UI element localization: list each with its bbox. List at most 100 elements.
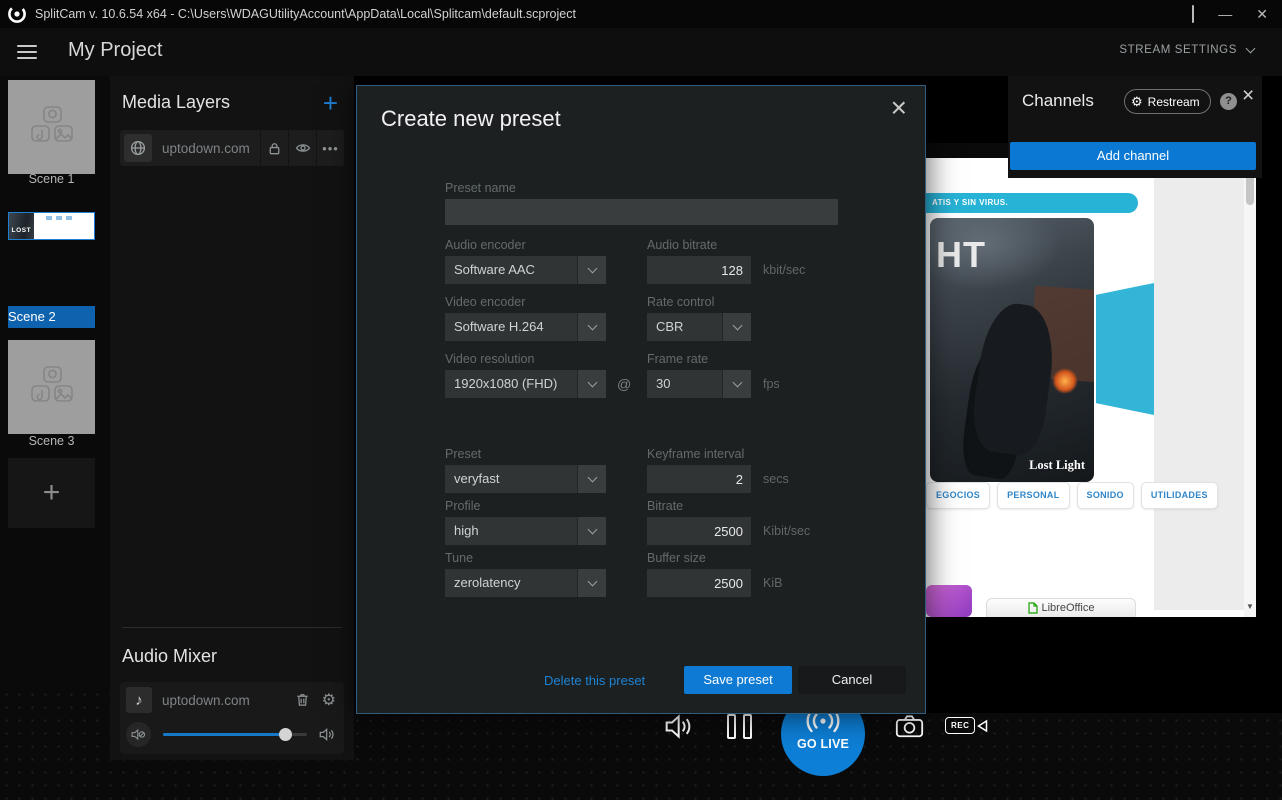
close-button[interactable]: ✕ xyxy=(1256,0,1268,28)
keyframe-interval-unit: secs xyxy=(763,465,789,493)
audio-mixer-item: ♪ uptodown.com ⚙ xyxy=(120,682,344,754)
stream-settings-button[interactable]: STREAM SETTINGS xyxy=(1119,44,1254,56)
profile-select[interactable]: high xyxy=(445,517,606,545)
keyframe-interval-input[interactable] xyxy=(647,465,751,493)
volume-handle[interactable] xyxy=(279,728,292,741)
pin-icon[interactable] xyxy=(1192,0,1194,28)
preset-name-label: Preset name xyxy=(445,181,516,195)
menu-icon[interactable] xyxy=(17,45,37,63)
chevron-down-icon xyxy=(577,517,606,545)
category-pill[interactable]: PERSONAL xyxy=(997,482,1069,509)
audio-monitor-icon[interactable] xyxy=(664,713,696,740)
rate-control-label: Rate control xyxy=(647,295,714,309)
rate-control-select[interactable]: CBR xyxy=(647,313,751,341)
rec-label: REC xyxy=(945,717,975,734)
title-bar: SplitCam v. 10.6.54 x64 - C:\Users\WDAGU… xyxy=(0,0,1282,28)
media-placeholder-icon xyxy=(30,106,74,146)
layer-more-button[interactable]: ••• xyxy=(316,130,344,166)
restream-button[interactable]: ⚙ Restream xyxy=(1124,89,1211,114)
restream-logo-icon: ⚙ xyxy=(1131,94,1143,110)
scene-3-label[interactable]: Scene 3 xyxy=(8,434,95,448)
save-preset-button[interactable]: Save preset xyxy=(684,666,792,694)
add-channel-button[interactable]: Add channel xyxy=(1010,142,1256,170)
add-layer-button[interactable]: + xyxy=(323,90,338,116)
layer-name: uptodown.com xyxy=(162,141,260,156)
game-caption: Lost Light xyxy=(1029,458,1085,473)
preset-select[interactable]: veryfast xyxy=(445,465,606,493)
audio-bitrate-input[interactable] xyxy=(647,256,751,284)
volume-slider[interactable] xyxy=(163,733,307,736)
window-title: SplitCam v. 10.6.54 x64 - C:\Users\WDAGU… xyxy=(35,7,576,21)
dialog-close-icon[interactable]: × xyxy=(891,92,907,124)
chevron-down-icon xyxy=(722,370,751,398)
snapshot-camera-icon[interactable] xyxy=(895,713,924,739)
help-icon[interactable]: ? xyxy=(1220,93,1237,110)
volume-fill xyxy=(163,733,285,736)
delete-layer-icon[interactable] xyxy=(295,692,310,708)
bitrate-input[interactable] xyxy=(647,517,751,545)
web-layer-icon xyxy=(124,134,152,162)
buffer-size-label: Buffer size xyxy=(647,551,706,565)
page-banner: ATIS Y SIN VIRUS. xyxy=(926,193,1138,213)
category-pill[interactable]: EGOCIOS xyxy=(926,482,990,509)
media-layers-title: Media Layers xyxy=(122,92,230,113)
game-title-fragment: HT xyxy=(936,234,986,276)
frame-rate-select[interactable]: 30 xyxy=(647,370,751,398)
libreoffice-label: LibreOffice xyxy=(1042,602,1095,614)
scene-2-thumbnail[interactable]: LOST LIGHT xyxy=(8,212,95,240)
category-pill[interactable]: UTILIDADES xyxy=(1141,482,1218,509)
libreoffice-card[interactable]: LibreOffice xyxy=(986,598,1136,617)
mixer-settings-icon[interactable]: ⚙ xyxy=(322,690,336,710)
pause-button[interactable] xyxy=(727,714,752,739)
tune-label: Tune xyxy=(445,551,473,565)
video-resolution-select[interactable]: 1920x1080 (FHD) xyxy=(445,370,606,398)
stream-settings-label: STREAM SETTINGS xyxy=(1119,44,1237,56)
add-scene-button[interactable]: + xyxy=(8,458,95,528)
media-layer-item[interactable]: uptodown.com ••• xyxy=(120,130,344,166)
scene-3-thumbnail[interactable] xyxy=(8,340,95,434)
audio-bitrate-unit: kbit/sec xyxy=(763,256,805,284)
buffer-size-unit: KiB xyxy=(763,569,782,597)
page-scrollbar[interactable]: ▼ xyxy=(1244,143,1256,617)
video-resolution-label: Video resolution xyxy=(445,352,534,366)
channels-close-icon[interactable]: × xyxy=(1242,84,1254,108)
audio-encoder-label: Audio encoder xyxy=(445,238,526,252)
cancel-button[interactable]: Cancel xyxy=(798,666,906,694)
frame-rate-value: 30 xyxy=(647,370,722,398)
profile-value: high xyxy=(445,517,577,545)
scroll-down-arrow[interactable]: ▼ xyxy=(1244,602,1256,611)
tune-select[interactable]: zerolatency xyxy=(445,569,606,597)
image-detail xyxy=(1052,368,1078,394)
visibility-eye-button[interactable] xyxy=(288,130,316,166)
audio-bitrate-label: Audio bitrate xyxy=(647,238,717,252)
scene-2-label[interactable]: Scene 2 xyxy=(8,306,95,328)
audio-encoder-select[interactable]: Software AAC xyxy=(445,256,606,284)
minimize-button[interactable]: — xyxy=(1218,0,1232,28)
category-pill[interactable]: SONIDO xyxy=(1077,482,1134,509)
audio-source-icon: ♪ xyxy=(126,687,152,713)
buffer-size-input[interactable] xyxy=(647,569,751,597)
channels-panel: Channels ⚙ Restream ? × Add channel xyxy=(1008,76,1262,178)
app-header: My Project STREAM SETTINGS xyxy=(0,28,1282,76)
cyan-ribbon xyxy=(1096,283,1154,415)
project-title: My Project xyxy=(68,39,162,62)
browser-page-preview: ATIS Y SIN VIRUS. HT Lost Light ▼ EGOCIO… xyxy=(926,143,1256,617)
record-button[interactable]: REC xyxy=(945,717,988,734)
mute-button[interactable] xyxy=(126,722,151,747)
delete-preset-link[interactable]: Delete this preset xyxy=(544,673,645,688)
tune-value: zerolatency xyxy=(445,569,577,597)
chevron-down-icon xyxy=(577,256,606,284)
thumb-game-banner: LOST LIGHT xyxy=(9,213,34,240)
panel-divider xyxy=(122,627,342,628)
lock-layer-button[interactable] xyxy=(260,130,288,166)
mixer-channel-name: uptodown.com xyxy=(162,693,295,708)
dialog-title: Create new preset xyxy=(381,106,561,132)
scene-1-thumbnail[interactable] xyxy=(8,80,95,174)
preset-name-input[interactable] xyxy=(445,199,838,225)
keyframe-interval-label: Keyframe interval xyxy=(647,447,744,461)
go-live-label: GO LIVE xyxy=(797,737,849,751)
splitcam-window: SplitCam v. 10.6.54 x64 - C:\Users\WDAGU… xyxy=(0,0,1282,800)
video-encoder-select[interactable]: Software H.264 xyxy=(445,313,606,341)
scene-1-label[interactable]: Scene 1 xyxy=(8,172,95,186)
speaker-icon[interactable] xyxy=(319,727,336,742)
